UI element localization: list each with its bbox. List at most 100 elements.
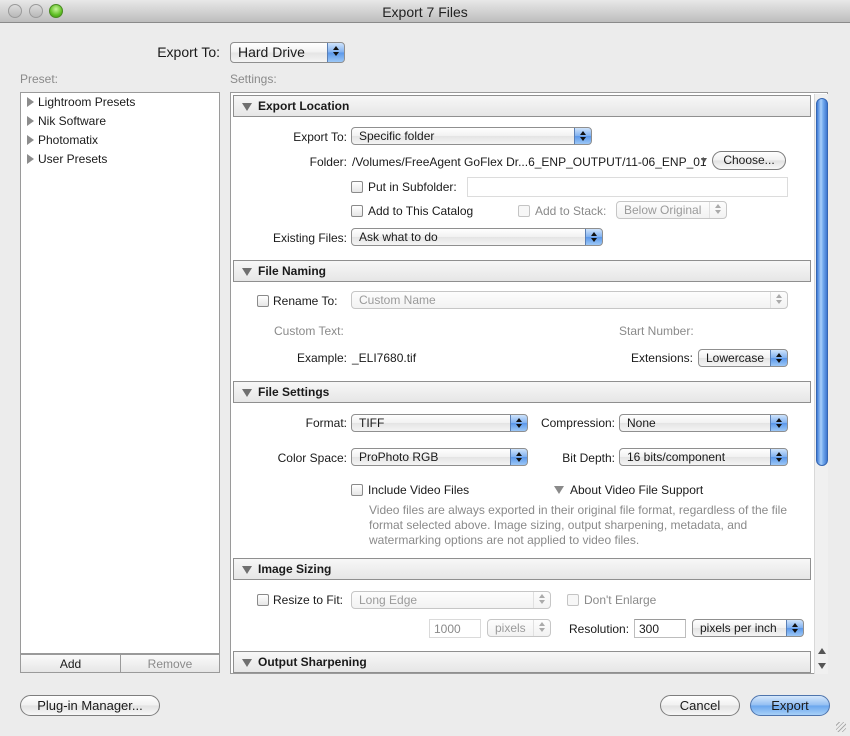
compression-label: Compression:: [540, 416, 615, 430]
section-title: File Settings: [258, 385, 330, 399]
resolution-label: Resolution:: [569, 622, 630, 636]
preset-folder-label: Photomatix: [38, 133, 99, 147]
section-title: Output Sharpening: [258, 655, 367, 669]
color-space-dropdown[interactable]: ProPhoto RGB: [351, 448, 528, 466]
disclosure-triangle-icon: [242, 566, 252, 574]
section-title: Export Location: [258, 99, 350, 113]
arrow-up-icon: [818, 648, 826, 654]
rename-label: Rename To:: [273, 294, 338, 308]
disclosure-triangle-icon: [242, 103, 252, 111]
folder-path[interactable]: /Volumes/FreeAgent GoFlex Dr...6_ENP_OUT…: [352, 155, 707, 169]
dropdown-value: Long Edge: [359, 593, 418, 607]
location-export-to-dropdown[interactable]: Specific folder: [351, 127, 592, 145]
include-video-label: Include Video Files: [368, 483, 470, 497]
scroll-up-button[interactable]: [815, 644, 829, 658]
dropdown-value: Ask what to do: [359, 230, 438, 244]
resize-grip-icon[interactable]: [836, 722, 846, 732]
preset-folder-photomatix[interactable]: Photomatix: [27, 133, 98, 147]
export-to-value: Hard Drive: [238, 44, 305, 60]
dont-enlarge-checkbox[interactable]: [567, 594, 579, 606]
about-video-toggle[interactable]: About Video File Support: [554, 483, 703, 497]
dropdown-value: TIFF: [359, 416, 385, 430]
section-title: Image Sizing: [258, 562, 332, 576]
scrollbar-thumb[interactable]: [816, 98, 828, 466]
extensions-label: Extensions:: [630, 351, 693, 365]
resolution-input[interactable]: 300: [634, 619, 686, 638]
compression-dropdown[interactable]: None: [619, 414, 788, 432]
disclosure-triangle-icon: [242, 389, 252, 397]
export-button[interactable]: Export: [750, 695, 830, 716]
resize-mode-dropdown[interactable]: Long Edge: [351, 591, 551, 609]
window-title: Export 7 Files: [382, 4, 468, 20]
add-preset-button[interactable]: Add: [20, 654, 121, 673]
dropdown-value: Specific folder: [359, 129, 435, 143]
rename-checkbox[interactable]: [257, 295, 269, 307]
stepper-arrows-icon: [533, 620, 550, 636]
add-catalog-checkbox[interactable]: [351, 205, 363, 217]
section-header-export-location[interactable]: Export Location: [233, 95, 811, 117]
resolution-unit-dropdown[interactable]: pixels per inch: [692, 619, 804, 637]
subfolder-input[interactable]: [467, 177, 788, 197]
section-title: File Naming: [258, 264, 327, 278]
stepper-arrows-icon: [574, 128, 591, 144]
section-header-file-naming[interactable]: File Naming: [233, 260, 811, 282]
preset-folder-user[interactable]: User Presets: [27, 152, 107, 166]
size-input[interactable]: 1000: [429, 619, 481, 638]
choose-folder-button[interactable]: Choose...: [712, 151, 786, 170]
dont-enlarge-label: Don't Enlarge: [584, 593, 657, 607]
dropdown-value: Lowercase: [706, 351, 765, 365]
preset-folder-label: Lightroom Presets: [38, 95, 136, 109]
settings-panel: Export Location Export To: Specific fold…: [230, 92, 828, 674]
preset-folder-nik[interactable]: Nik Software: [27, 114, 106, 128]
preset-folder-label: User Presets: [38, 152, 108, 166]
preset-folder-lightroom[interactable]: Lightroom Presets: [27, 95, 135, 109]
stepper-arrows-icon: [770, 292, 787, 308]
cancel-button[interactable]: Cancel: [660, 695, 740, 716]
disclosure-triangle-icon: [27, 154, 34, 164]
dropdown-value: ProPhoto RGB: [359, 450, 439, 464]
dropdown-value: None: [627, 416, 656, 430]
scroll-down-button[interactable]: [815, 659, 829, 673]
stepper-arrows-icon: [770, 415, 787, 431]
title-bar: Export 7 Files: [0, 0, 850, 23]
disclosure-triangle-icon: [27, 97, 34, 107]
folder-history-icon[interactable]: [701, 158, 707, 163]
include-video-checkbox[interactable]: [351, 484, 363, 496]
preset-list: Lightroom Presets Nik Software Photomati…: [20, 92, 220, 654]
extensions-dropdown[interactable]: Lowercase: [698, 349, 788, 367]
dropdown-value: 16 bits/component: [627, 450, 726, 464]
add-catalog-label: Add to This Catalog: [368, 204, 474, 218]
custom-text-label: Custom Text:: [274, 324, 344, 338]
subfolder-checkbox[interactable]: [351, 181, 363, 193]
stepper-arrows-icon: [786, 620, 803, 636]
stepper-arrows-icon: [709, 202, 726, 218]
dropdown-value: pixels: [495, 621, 526, 635]
bit-depth-dropdown[interactable]: 16 bits/component: [619, 448, 788, 466]
stepper-arrows-icon: [533, 592, 550, 608]
arrow-down-icon: [818, 663, 826, 669]
stepper-arrows-icon: [770, 449, 787, 465]
preset-folder-label: Nik Software: [38, 114, 107, 128]
section-header-file-settings[interactable]: File Settings: [233, 381, 811, 403]
export-to-dropdown[interactable]: Hard Drive: [230, 42, 345, 63]
resize-label: Resize to Fit:: [273, 593, 344, 607]
format-dropdown[interactable]: TIFF: [351, 414, 528, 432]
rename-template-dropdown[interactable]: Custom Name: [351, 291, 788, 309]
size-unit-dropdown[interactable]: pixels: [487, 619, 551, 637]
existing-files-dropdown[interactable]: Ask what to do: [351, 228, 603, 246]
section-header-image-sizing[interactable]: Image Sizing: [233, 558, 811, 580]
subfolder-label: Put in Subfolder:: [368, 180, 457, 194]
remove-preset-button[interactable]: Remove: [120, 654, 220, 673]
stack-position-dropdown[interactable]: Below Original: [616, 201, 727, 219]
add-stack-checkbox[interactable]: [518, 205, 530, 217]
stepper-arrows-icon: [770, 350, 787, 366]
resize-checkbox[interactable]: [257, 594, 269, 606]
disclosure-triangle-icon: [554, 486, 564, 494]
settings-label: Settings:: [230, 72, 277, 86]
plugin-manager-button[interactable]: Plug-in Manager...: [20, 695, 160, 716]
section-header-output-sharpening[interactable]: Output Sharpening: [233, 651, 811, 673]
disclosure-triangle-icon: [242, 659, 252, 667]
stepper-arrows-icon: [585, 229, 602, 245]
dropdown-value: Custom Name: [359, 293, 436, 307]
settings-scrollbar[interactable]: [814, 94, 828, 674]
